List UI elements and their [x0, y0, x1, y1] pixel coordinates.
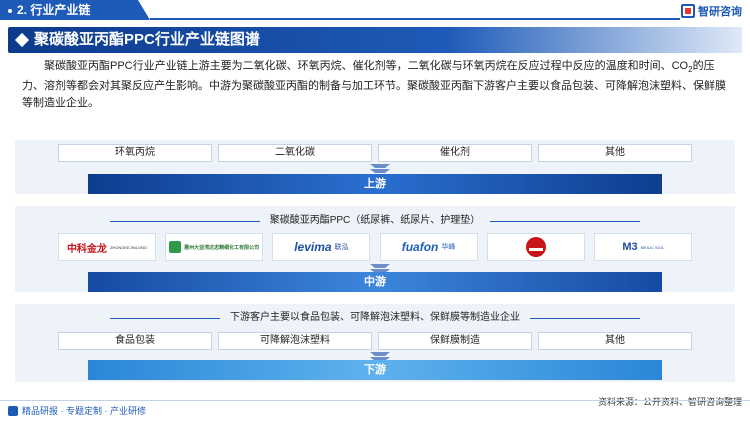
diamond-icon: [14, 32, 30, 48]
stage-upstream: 上游: [88, 174, 662, 194]
brand: 智研咨询: [681, 3, 742, 19]
company-logos: 中科金龙 ZHONGKEJINLONG 惠州大亚湾达志精细化工有限公司 levi…: [58, 233, 692, 261]
emblem-icon: [525, 237, 546, 257]
source-note: 资料来源：公开资料、智研咨询整理: [597, 397, 742, 407]
logo-sub: MEILIC SGA: [640, 244, 664, 250]
upstream-item: 二氧化碳: [218, 144, 372, 162]
logo-text: M3: [622, 241, 638, 253]
logo-text: fuafon: [401, 240, 439, 254]
intro-paragraph: 聚碳酸亚丙酯PPC行业产业链上游主要为二氧化碳、环氧丙烷、催化剂等，二氧化碳与环…: [22, 58, 732, 112]
logo-sub: 华峰: [441, 244, 456, 251]
page-title: 聚碳酸亚丙酯PPC行业产业链图谱: [8, 27, 742, 53]
stage-downstream: 下游: [88, 360, 662, 380]
downstream-item: 可降解泡沫塑料: [218, 332, 372, 350]
divider: [150, 18, 680, 20]
downstream-item: 食品包装: [58, 332, 212, 350]
logo-text: 中科金龙: [66, 243, 107, 255]
footer-slogan: 精品研报 · 专题定制 · 产业研修: [22, 406, 146, 416]
logo-fuafon: fuafon 华峰: [379, 233, 478, 261]
downstream-label: 下游客户主要以食品包装、可降解泡沫塑料、保鲜膜等制造业企业: [80, 311, 670, 325]
downstream-item: 保鲜膜制造: [378, 332, 532, 350]
footer-left: 精品研报 · 专题定制 · 产业研修: [8, 404, 146, 417]
brand-name: 智研咨询: [698, 6, 742, 18]
top-bar: 2. 行业产业链 智研咨询: [0, 0, 750, 22]
upstream-item: 催化剂: [378, 144, 532, 162]
brand-logo-icon: [681, 4, 695, 18]
midstream-label: 聚碳酸亚丙酯PPC（纸尿裤、纸尿片、护理垫）: [80, 214, 670, 228]
report-icon: [8, 405, 18, 416]
logo-text: levima: [294, 240, 332, 254]
logo-levima: levima 联泓: [272, 233, 371, 261]
logo-sub: 联泓: [334, 244, 349, 251]
footer-divider: [0, 400, 750, 401]
section-title: 2. 行业产业链: [17, 3, 91, 17]
section-tag: 2. 行业产业链: [0, 0, 150, 20]
page-title-text: 聚碳酸亚丙酯PPC行业产业链图谱: [34, 31, 260, 48]
logo-red-emblem: [486, 233, 585, 261]
logo-sub: ZHONGKEJINLONG: [109, 244, 148, 250]
downstream-row: 食品包装 可降解泡沫塑料 保鲜膜制造 其他: [58, 332, 692, 350]
stage-midstream: 中游: [88, 272, 662, 292]
downstream-item: 其他: [538, 332, 692, 350]
logo-zhongkejinlong: 中科金龙 ZHONGKEJINLONG: [58, 233, 156, 261]
arrow-down-icon: [370, 164, 390, 174]
logo-text: 惠州大亚湾达志精细化工有限公司: [184, 244, 260, 251]
upstream-row: 环氧丙烷 二氧化碳 催化剂 其他: [58, 144, 692, 162]
upstream-item: 其他: [538, 144, 692, 162]
upstream-item: 环氧丙烷: [58, 144, 212, 162]
intro-text-a: 聚碳酸亚丙酯PPC行业产业链上游主要为二氧化碳、环氧丙烷、催化剂等，二氧化碳与环…: [44, 60, 689, 72]
leaf-icon: [169, 241, 182, 253]
logo-dazhi: 惠州大亚湾达志精细化工有限公司: [165, 233, 264, 261]
logo-m3: M3 MEILIC SGA: [593, 233, 692, 261]
bullet-icon: [8, 8, 12, 13]
